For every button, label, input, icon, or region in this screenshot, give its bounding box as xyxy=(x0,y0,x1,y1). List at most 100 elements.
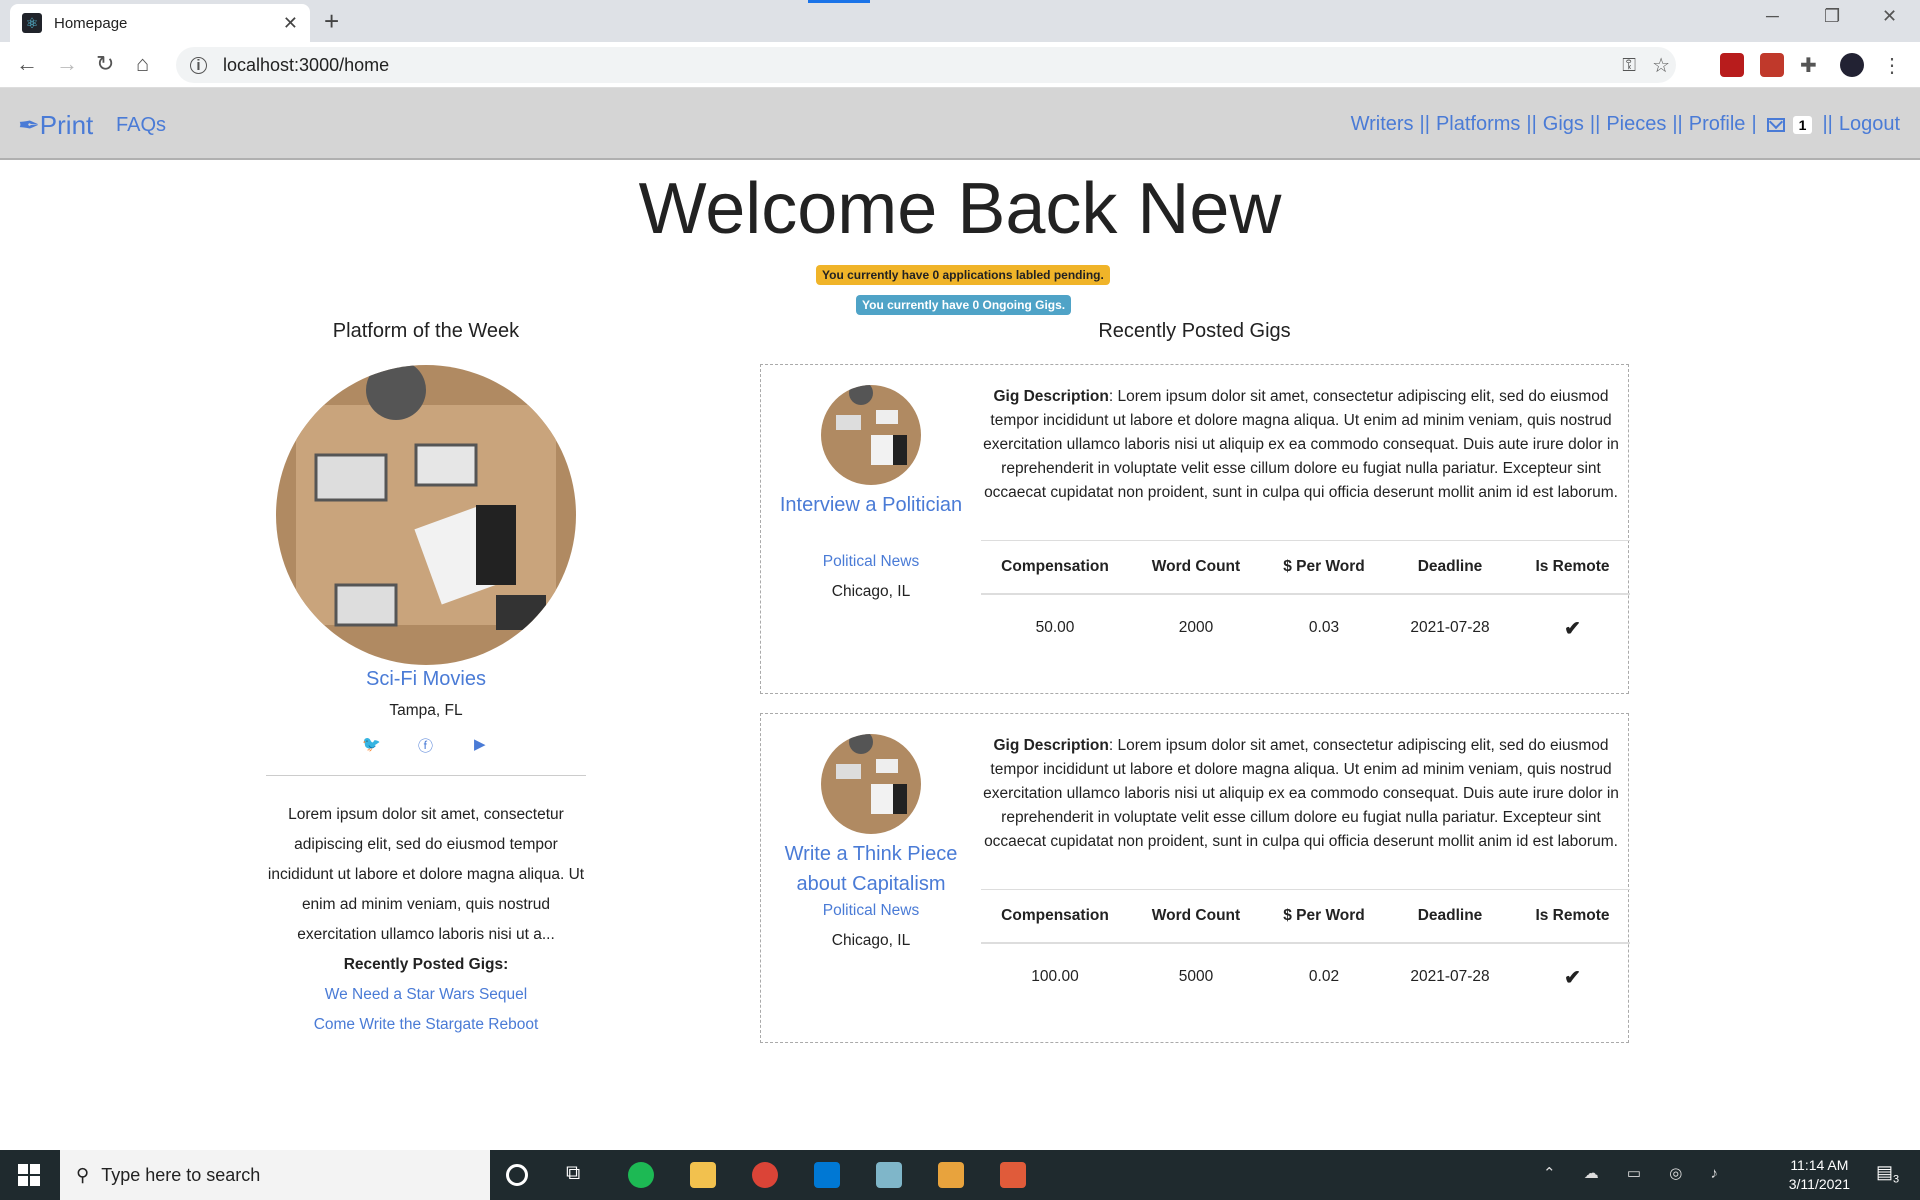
extensions-puzzle-icon[interactable]: ✚ xyxy=(1800,53,1824,77)
col-compensation: Compensation xyxy=(1001,907,1109,924)
home-icon[interactable]: ⌂ xyxy=(136,51,149,77)
gig-card: Interview a Politician Political News Ch… xyxy=(760,364,1630,694)
notifications-icon[interactable]: ▤3 xyxy=(1876,1162,1906,1188)
mail-icon[interactable] xyxy=(1766,117,1785,132)
nav-pipe: | xyxy=(1751,113,1757,135)
task-view-icon[interactable]: ⧉ xyxy=(566,1162,592,1188)
message-count-badge[interactable]: 1 xyxy=(1792,115,1813,134)
cell-compensation: 50.00 xyxy=(1035,619,1075,636)
gig-title-link[interactable]: Interview a Politician xyxy=(761,490,981,520)
gig-card: Write a Think Piece about Capitalism Pol… xyxy=(760,713,1630,1043)
cortana-icon[interactable] xyxy=(506,1164,528,1186)
windows-taskbar: ⚲ Type here to search ⧉ ⌃ ☁ ▭ ◎ ♪ 11:14 … xyxy=(0,1150,1920,1200)
close-window-icon[interactable]: ✕ xyxy=(1882,6,1897,27)
check-icon: ✔ xyxy=(1564,617,1581,640)
gig-platform-link[interactable]: Political News xyxy=(761,553,981,571)
site-info-icon[interactable]: i xyxy=(190,56,207,74)
clock-time: 11:14 AM xyxy=(1790,1157,1849,1173)
pending-applications-badge: You currently have 0 applications labled… xyxy=(816,265,1110,285)
recent-gig-link[interactable]: We Need a Star Wars Sequel xyxy=(266,980,586,1010)
app-navbar: ✒Print FAQs Writers || Platforms || Gigs… xyxy=(0,88,1920,160)
cell-word-count: 2000 xyxy=(1178,619,1214,636)
new-tab-icon[interactable]: + xyxy=(324,6,339,37)
gig-location: Chicago, IL xyxy=(831,932,911,949)
nav-logout[interactable]: Logout xyxy=(1839,113,1900,136)
extension-icon[interactable] xyxy=(1760,53,1784,77)
col-deadline: Deadline xyxy=(1417,558,1483,575)
nav-pieces[interactable]: Pieces xyxy=(1606,113,1666,136)
app-icon[interactable] xyxy=(876,1162,902,1188)
cell-per-word: 0.02 xyxy=(1308,968,1340,985)
divider xyxy=(266,775,586,776)
chrome-icon[interactable] xyxy=(752,1162,778,1188)
twitter-icon[interactable]: 🐦 xyxy=(362,735,381,753)
nav-separator: || xyxy=(1419,113,1430,135)
facebook-icon[interactable]: ⓕ xyxy=(418,735,433,756)
platform-description-text: Lorem ipsum dolor sit amet, consectetur … xyxy=(267,806,585,943)
browser-tab[interactable]: ⚛ Homepage ✕ xyxy=(10,4,310,42)
gig-title-link[interactable]: Write a Think Piece about Capitalism xyxy=(761,839,981,899)
profile-avatar[interactable] xyxy=(1840,53,1864,77)
col-is-remote: Is Remote xyxy=(1535,558,1610,575)
col-per-word: $ Per Word xyxy=(1283,558,1365,575)
file-explorer-icon[interactable] xyxy=(690,1162,716,1188)
postman-icon[interactable] xyxy=(1000,1162,1026,1188)
nav-writers[interactable]: Writers xyxy=(1351,113,1414,136)
nav-separator: || xyxy=(1822,113,1833,135)
table-header-row: Compensation Word Count $ Per Word Deadl… xyxy=(981,541,1630,595)
table-row: 50.00 2000 0.03 2021-07-28 ✔ xyxy=(981,595,1630,661)
forward-icon[interactable]: → xyxy=(56,51,78,77)
youtube-icon[interactable]: ▶ xyxy=(474,735,486,753)
react-favicon-icon: ⚛ xyxy=(22,13,42,33)
vscode-icon[interactable] xyxy=(814,1162,840,1188)
ublock-extension-icon[interactable] xyxy=(1720,53,1744,77)
gig-description-label: Gig Description xyxy=(993,388,1109,405)
taskbar-search[interactable]: ⚲ Type here to search xyxy=(60,1150,490,1200)
table-header-row: Compensation Word Count $ Per Word Deadl… xyxy=(981,890,1630,944)
pen-icon: ✒ xyxy=(18,110,40,140)
search-icon: ⚲ xyxy=(76,1164,90,1185)
platform-of-week-heading: Platform of the Week xyxy=(332,320,520,342)
platform-description: Lorem ipsum dolor sit amet, consectetur … xyxy=(266,800,586,1040)
windows-start-icon[interactable] xyxy=(18,1164,40,1186)
system-tray-icons[interactable]: ⌃ ☁ ▭ ◎ ♪ xyxy=(1543,1164,1730,1182)
clock[interactable]: 11:14 AM 3/11/2021 xyxy=(1789,1156,1850,1194)
gig-table: Compensation Word Count $ Per Word Deadl… xyxy=(981,540,1630,661)
brand-text: Print xyxy=(39,110,94,140)
nav-platforms[interactable]: Platforms xyxy=(1436,113,1520,136)
loading-indicator xyxy=(808,0,870,3)
gig-platform-link[interactable]: Political News xyxy=(761,902,981,920)
faqs-link[interactable]: FAQs xyxy=(116,114,166,137)
close-tab-icon[interactable]: ✕ xyxy=(283,13,298,34)
col-word-count: Word Count xyxy=(1151,907,1241,924)
page-title: Welcome Back New xyxy=(638,169,1282,249)
gig-image xyxy=(821,734,921,834)
key-icon[interactable]: ⚿ xyxy=(1622,55,1636,76)
restore-icon[interactable]: ❐ xyxy=(1824,6,1840,27)
nav-links: Writers || Platforms || Gigs || Pieces |… xyxy=(1351,113,1900,136)
nav-gigs[interactable]: Gigs xyxy=(1543,113,1584,136)
table-row: 100.00 5000 0.02 2021-07-28 ✔ xyxy=(981,944,1630,1010)
recent-gigs-heading: Recently Posted Gigs xyxy=(1098,320,1291,342)
col-per-word: $ Per Word xyxy=(1283,907,1365,924)
gig-location: Chicago, IL xyxy=(831,583,911,600)
reload-icon[interactable]: ↻ xyxy=(96,51,114,77)
minimize-icon[interactable]: ─ xyxy=(1766,6,1779,27)
spotify-icon[interactable] xyxy=(628,1162,654,1188)
col-word-count: Word Count xyxy=(1151,558,1241,575)
recent-gig-link[interactable]: Come Write the Stargate Reboot xyxy=(266,1010,586,1040)
nav-profile[interactable]: Profile xyxy=(1689,113,1746,136)
nav-separator: || xyxy=(1589,113,1601,135)
nav-separator: || xyxy=(1672,113,1683,135)
clock-date: 3/11/2021 xyxy=(1788,1176,1850,1192)
address-bar[interactable]: i localhost:3000/home ⚿ ☆ xyxy=(176,47,1676,83)
gig-description: Gig Description: Lorem ipsum dolor sit a… xyxy=(981,385,1621,505)
git-icon[interactable] xyxy=(938,1162,964,1188)
platform-name-link[interactable]: Sci-Fi Movies xyxy=(266,668,586,691)
brand-link[interactable]: ✒Print xyxy=(18,110,93,141)
bookmark-star-icon[interactable]: ☆ xyxy=(1652,53,1670,78)
back-icon[interactable]: ← xyxy=(16,51,38,77)
check-icon: ✔ xyxy=(1564,966,1581,989)
cell-per-word: 0.03 xyxy=(1308,619,1340,636)
menu-icon[interactable]: ⋮ xyxy=(1882,53,1906,77)
